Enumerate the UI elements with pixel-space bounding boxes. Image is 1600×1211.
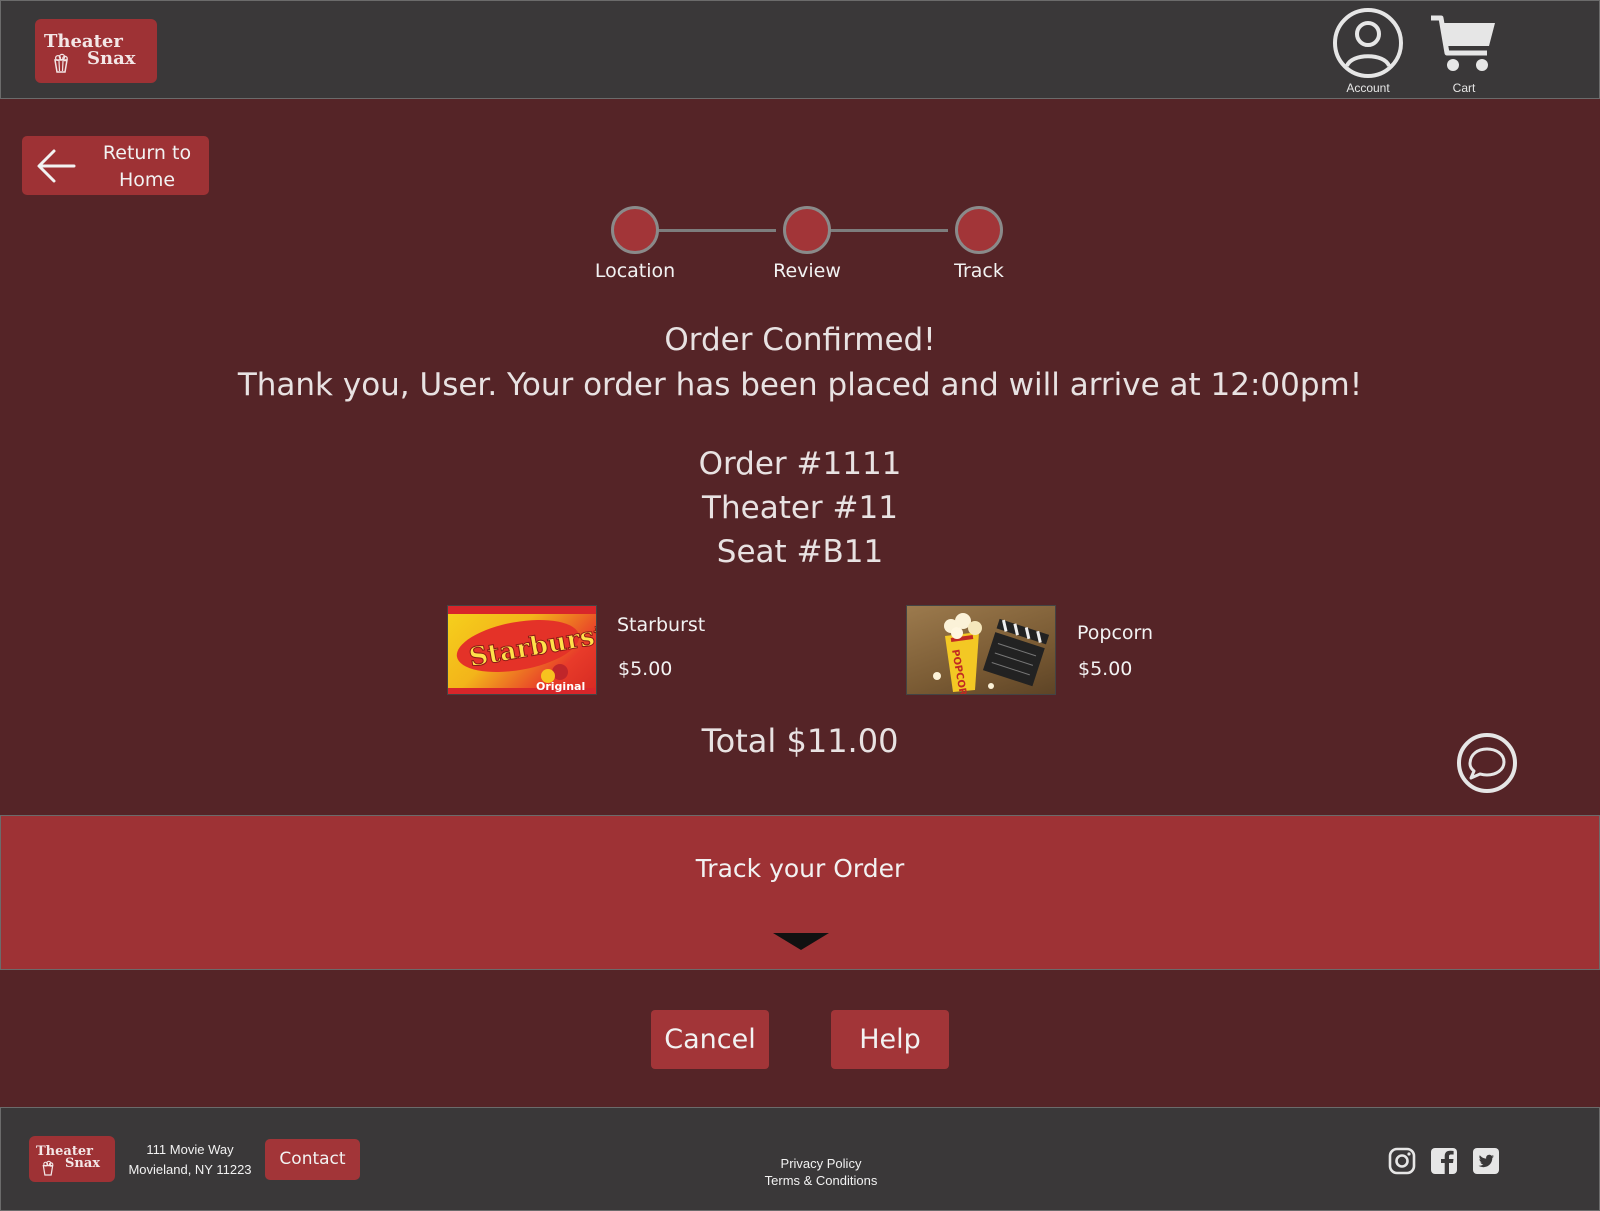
help-button[interactable]: Help: [831, 1010, 949, 1069]
account-button[interactable]: Account: [1331, 7, 1405, 95]
arrow-left-icon: [37, 149, 76, 183]
confirmation-title: Order Confirmed!: [664, 322, 936, 358]
step-dot-track: [955, 206, 1003, 254]
logo-text-line2: Snax: [87, 48, 136, 69]
footer-logo-line2: Snax: [65, 1156, 101, 1171]
footer-address: 111 Movie Way Movieland, NY 11223: [125, 1140, 255, 1180]
top-header: Theater Snax Account Cart: [0, 0, 1600, 99]
cart-button[interactable]: Cart: [1429, 13, 1499, 95]
order-total: Total $11.00: [701, 722, 899, 760]
track-order-label: Track your Order: [695, 854, 905, 883]
contact-button[interactable]: Contact: [265, 1139, 360, 1180]
order-details: Order #1111 Theater #11 Seat #B11: [0, 442, 1600, 574]
popcorn-icon: [42, 1160, 54, 1176]
order-number: Order #1111: [698, 446, 902, 482]
facebook-icon[interactable]: [1430, 1147, 1458, 1175]
account-label: Account: [1346, 81, 1390, 95]
seat-number: Seat #B11: [716, 534, 884, 570]
page-footer: Theater Snax 111 Movie Way Movieland, NY…: [0, 1107, 1600, 1211]
chevron-down-icon: [773, 933, 829, 950]
item-name-starburst: Starburst: [617, 614, 706, 636]
track-order-panel[interactable]: Track your Order: [0, 815, 1600, 970]
item-name-popcorn: Popcorn: [1077, 622, 1154, 644]
return-home-button[interactable]: Return to Home: [22, 136, 209, 195]
popcorn-icon: [54, 53, 68, 73]
address-line1: 111 Movie Way: [146, 1142, 234, 1157]
instagram-icon[interactable]: [1388, 1147, 1416, 1175]
terms-conditions-link[interactable]: Terms & Conditions: [701, 1172, 941, 1189]
footer-logo[interactable]: Theater Snax: [29, 1136, 115, 1182]
chat-bubble-icon: [1457, 733, 1517, 793]
popcorn-bucket-graphic: POPCORN: [933, 613, 1050, 694]
theater-number: Theater #11: [702, 490, 898, 526]
account-icon: [1333, 8, 1403, 78]
footer-legal-links: Privacy Policy Terms & Conditions: [701, 1155, 941, 1189]
twitter-icon[interactable]: [1472, 1147, 1500, 1175]
progress-stepper: Location Review Track: [590, 200, 1020, 290]
item-price-starburst: $5.00: [618, 658, 673, 680]
step-label-location: Location: [594, 260, 676, 282]
privacy-policy-link[interactable]: Privacy Policy: [701, 1155, 941, 1172]
step-dot-review: [783, 206, 831, 254]
return-home-label: Return to Home: [102, 142, 192, 191]
theater-snax-logo[interactable]: Theater Snax: [35, 19, 157, 83]
item-price-popcorn: $5.00: [1078, 658, 1133, 680]
cancel-button[interactable]: Cancel: [651, 1010, 769, 1069]
starburst-image: Starburst Original: [447, 605, 597, 695]
chat-button[interactable]: [1456, 732, 1518, 794]
step-dot-location: [611, 206, 659, 254]
svg-text:Original: Original: [536, 680, 585, 693]
cart-label: Cart: [1452, 81, 1476, 95]
confirmation-text: Thank you, User. Your order has been pla…: [237, 367, 1363, 403]
cart-icon: [1431, 15, 1495, 71]
step-label-review: Review: [773, 260, 841, 282]
step-label-track: Track: [954, 260, 1004, 282]
starburst-package-graphic: Starburst Original: [448, 606, 596, 694]
confirmation-message: Order Confirmed! Thank you, User. Your o…: [0, 318, 1600, 408]
address-line2: Movieland, NY 11223: [128, 1162, 252, 1177]
popcorn-image: POPCORN: [906, 605, 1056, 695]
